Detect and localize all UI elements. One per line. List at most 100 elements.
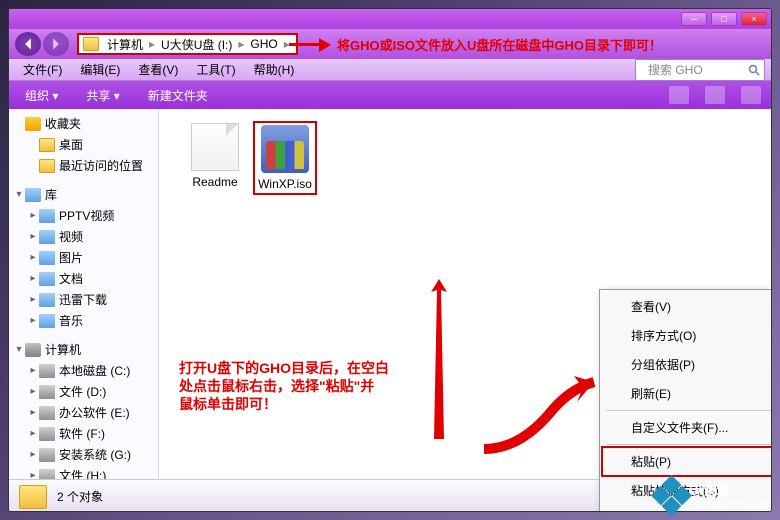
sidebar-item[interactable]: 最近访问的位置: [9, 155, 158, 176]
file-readme[interactable]: Readme: [183, 123, 247, 189]
forward-button[interactable]: [43, 32, 69, 56]
menu-help[interactable]: 帮助(H): [246, 59, 303, 80]
context-menu-item[interactable]: 刷新(E): [602, 379, 772, 408]
tree-label: PPTV视频: [59, 207, 114, 224]
context-menu-item[interactable]: 分组依据(P): [602, 350, 772, 379]
expand-icon[interactable]: ▸: [27, 252, 39, 263]
tree-label: 图片: [59, 249, 83, 266]
sidebar-item[interactable]: ▾ 计算机: [9, 339, 158, 360]
tree-label: 迅雷下载: [59, 291, 107, 308]
tree-icon: [39, 448, 55, 462]
tree-icon: [25, 343, 41, 357]
expand-icon[interactable]: ▾: [13, 189, 25, 200]
context-menu-item[interactable]: 粘贴(P): [601, 446, 772, 477]
tree-label: 库: [45, 186, 57, 203]
minimize-button[interactable]: ─: [681, 12, 707, 26]
search-placeholder: 搜索 GHO: [640, 59, 711, 80]
chevron-right-icon: ▸: [236, 37, 246, 51]
tree-icon: [39, 293, 55, 307]
titlebar: ─ □ ×: [9, 9, 771, 29]
breadcrumb-seg[interactable]: U大侠U盘 (I:): [157, 36, 236, 53]
tree-label: 收藏夹: [45, 115, 81, 132]
sidebar-item[interactable]: ▸ PPTV视频: [9, 205, 158, 226]
expand-icon[interactable]: ▸: [27, 407, 39, 418]
context-menu-item[interactable]: 排序方式(O): [602, 321, 772, 350]
search-icon: [748, 64, 760, 76]
folder-icon: [83, 37, 99, 51]
sidebar: 收藏夹桌面最近访问的位置▾库▸PPTV视频▸视频▸图片▸文档▸迅雷下载▸音乐▾计…: [9, 109, 159, 479]
expand-icon[interactable]: ▾: [13, 344, 25, 355]
maximize-button[interactable]: □: [711, 12, 737, 26]
tree-label: 视频: [59, 228, 83, 245]
text-file-icon: [191, 123, 239, 171]
back-button[interactable]: [15, 32, 41, 56]
breadcrumb[interactable]: 计算机▸ U大侠U盘 (I:)▸ GHO▸: [77, 33, 298, 55]
sidebar-item[interactable]: ▾库: [9, 184, 158, 205]
menu-label: 排序方式(O): [631, 329, 696, 343]
expand-icon[interactable]: ▸: [27, 365, 39, 376]
chevron-right-icon: ▸: [147, 37, 157, 51]
sidebar-item[interactable]: ▸文件 (H:): [9, 465, 158, 479]
tree-icon: [39, 364, 55, 378]
sidebar-item[interactable]: ▸ 软件 (F:): [9, 423, 158, 444]
view-options-icon[interactable]: [669, 86, 689, 104]
sidebar-item[interactable]: ▸ 音乐: [9, 310, 158, 331]
expand-icon[interactable]: ▸: [27, 315, 39, 326]
tree-icon: [39, 272, 55, 286]
sidebar-item[interactable]: ▸ 文件 (D:): [9, 381, 158, 402]
tree-icon: [39, 230, 55, 244]
context-menu-item[interactable]: 查看(V): [602, 292, 772, 321]
content-area[interactable]: Readme WinXP.iso 打开U盘下的GHO目录后，在空白 处点击鼠标右…: [159, 109, 771, 479]
sidebar-item[interactable]: 桌面: [9, 134, 158, 155]
tree-label: 文件 (D:): [59, 383, 106, 400]
menu-tools[interactable]: 工具(T): [188, 59, 243, 80]
logo-icon: [651, 475, 692, 516]
close-button[interactable]: ×: [741, 12, 767, 26]
sidebar-item[interactable]: ▸ 办公软件 (E:): [9, 402, 158, 423]
preview-pane-icon[interactable]: [705, 86, 725, 104]
context-menu-item[interactable]: 自定义文件夹(F)...: [602, 413, 772, 442]
tree-icon: [25, 188, 41, 202]
menu-file[interactable]: 文件(F): [15, 59, 70, 80]
sidebar-item[interactable]: ▸本地磁盘 (C:): [9, 360, 158, 381]
help-icon[interactable]: [741, 86, 761, 104]
sidebar-item[interactable]: ▸ 安装系统 (G:): [9, 444, 158, 465]
watermark-title: 系统城: [692, 482, 768, 499]
expand-icon[interactable]: ▸: [27, 386, 39, 397]
file-iso[interactable]: WinXP.iso: [253, 121, 317, 195]
share-button[interactable]: 共享: [80, 85, 125, 106]
tree-icon: [39, 209, 55, 223]
tree-icon: [39, 427, 55, 441]
menu-view[interactable]: 查看(V): [130, 59, 186, 80]
menu-separator: [606, 444, 772, 445]
tree-icon: [39, 251, 55, 265]
expand-icon[interactable]: ▸: [27, 428, 39, 439]
sidebar-item[interactable]: ▸ 图片: [9, 247, 158, 268]
tree-label: 软件 (F:): [59, 425, 105, 442]
organize-button[interactable]: 组织: [19, 85, 64, 106]
annotation-arrow-curve: [479, 374, 599, 454]
sidebar-item[interactable]: ▸文档: [9, 268, 158, 289]
sidebar-item[interactable]: 收藏夹: [9, 113, 158, 134]
sidebar-item[interactable]: ▸ 迅雷下载: [9, 289, 158, 310]
tree-label: 办公软件 (E:): [59, 404, 130, 421]
search-input[interactable]: 搜索 GHO: [635, 59, 765, 81]
sidebar-item[interactable]: ▸ 视频: [9, 226, 158, 247]
tree-label: 计算机: [45, 341, 81, 358]
breadcrumb-seg[interactable]: GHO: [246, 37, 281, 51]
tree-label: 安装系统 (G:): [59, 446, 131, 463]
breadcrumb-seg[interactable]: 计算机: [103, 36, 147, 53]
new-folder-button[interactable]: 新建文件夹: [142, 85, 214, 106]
expand-icon[interactable]: ▸: [27, 231, 39, 242]
watermark: 系统城 xitongcheng.com: [657, 481, 768, 510]
expand-icon[interactable]: ▸: [27, 470, 39, 479]
expand-icon[interactable]: ▸: [27, 210, 39, 221]
menu-edit[interactable]: 编辑(E): [72, 59, 128, 80]
tree-label: 音乐: [59, 312, 83, 329]
menu-label: 自定义文件夹(F)...: [631, 421, 728, 435]
menu-separator: [606, 410, 772, 411]
expand-icon[interactable]: ▸: [27, 273, 39, 284]
menu-label: 查看(V): [631, 300, 671, 314]
expand-icon[interactable]: ▸: [27, 294, 39, 305]
expand-icon[interactable]: ▸: [27, 449, 39, 460]
